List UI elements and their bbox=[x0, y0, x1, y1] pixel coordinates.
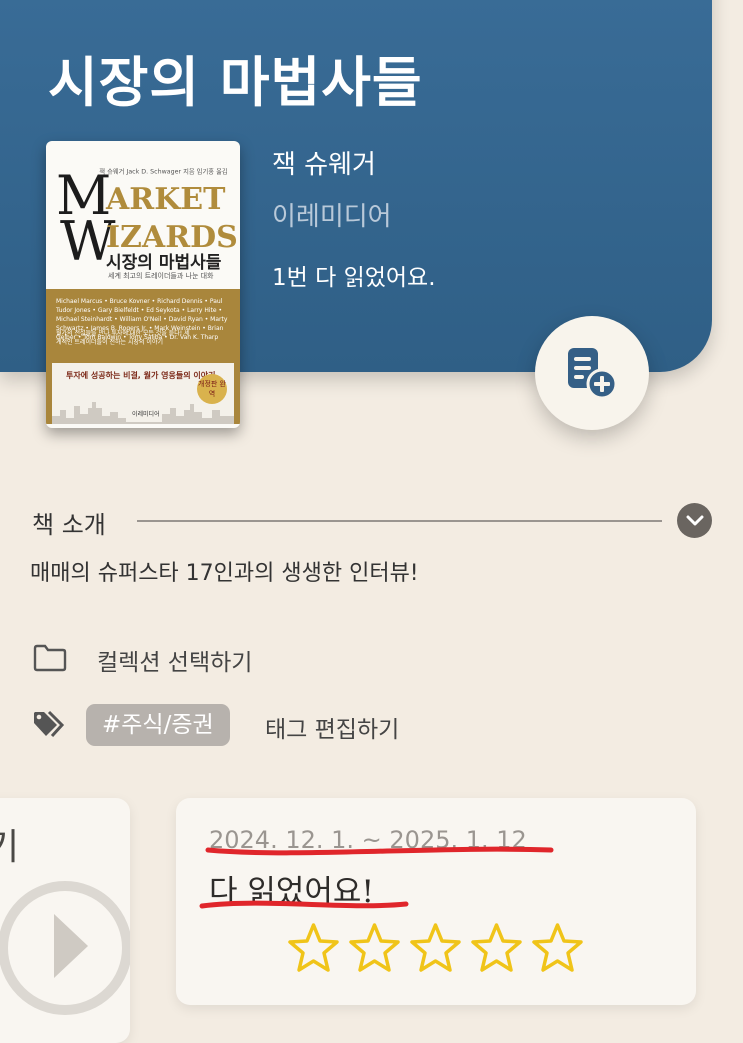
folder-icon bbox=[33, 644, 67, 672]
play-icon[interactable] bbox=[0, 868, 130, 1018]
book-author[interactable]: 잭 슈웨거 bbox=[272, 144, 376, 181]
add-note-icon bbox=[568, 348, 618, 400]
edit-tags-button[interactable]: 태그 편집하기 bbox=[265, 710, 399, 744]
reading-status: 다 읽었어요! bbox=[209, 874, 374, 910]
book-title: 시장의 마법사들 bbox=[48, 51, 423, 114]
tag-icon bbox=[34, 710, 65, 738]
intro-text: 매매의 슈퍼스타 17인과의 생생한 인터뷰! bbox=[30, 561, 419, 586]
star-icon[interactable] bbox=[347, 922, 402, 974]
read-count: 1번 다 읽었어요. bbox=[272, 265, 436, 291]
reading-record-card[interactable]: 2024. 12. 1. ~ 2025. 1. 12 다 읽었어요! bbox=[176, 798, 696, 1005]
cover-tagline: 투자에 성공하는 비결, 월가 영웅들의 이야기 bbox=[66, 371, 216, 380]
cover-title-korean: 시장의 마법사들 bbox=[106, 253, 222, 273]
intro-expand-button[interactable] bbox=[677, 503, 712, 538]
book-publisher[interactable]: 이레미디어 bbox=[272, 196, 392, 233]
rating-stars[interactable] bbox=[286, 922, 585, 974]
star-icon[interactable] bbox=[286, 922, 341, 974]
star-icon[interactable] bbox=[530, 922, 585, 974]
star-icon[interactable] bbox=[408, 922, 463, 974]
add-note-button[interactable] bbox=[535, 316, 649, 430]
reading-session-card[interactable]: 기 bbox=[0, 798, 130, 1043]
cover-publisher: 이레미디어 bbox=[132, 411, 160, 418]
cover-top-text: 잭 슈웨거 Jack D. Schwager 지음 임기홍 옮김 bbox=[99, 167, 228, 176]
intro-divider bbox=[137, 520, 662, 522]
cover-subtitle: 세계 최고의 트레이더들과 나눈 대화 bbox=[108, 272, 214, 280]
select-collection-button[interactable]: 컬렉션 선택하기 bbox=[97, 643, 252, 677]
reading-date-range: 2024. 12. 1. ~ 2025. 1. 12 bbox=[209, 826, 527, 854]
star-icon[interactable] bbox=[469, 922, 524, 974]
cover-title-arket: ARKET bbox=[106, 182, 226, 217]
cover-blurb: 월가의 전설들을 만나 투자에 대한 모든 것을 듣다! 세계적인 트레이더들이… bbox=[56, 330, 190, 346]
intro-label: 책 소개 bbox=[32, 511, 106, 539]
book-cover[interactable]: 잭 슈웨거 Jack D. Schwager 지음 임기홍 옮김 M ARKET… bbox=[46, 141, 240, 428]
chevron-down-icon bbox=[686, 515, 703, 525]
tag-chip[interactable]: #주식/증권 bbox=[86, 704, 230, 746]
reading-session-label: 기 bbox=[0, 827, 20, 868]
